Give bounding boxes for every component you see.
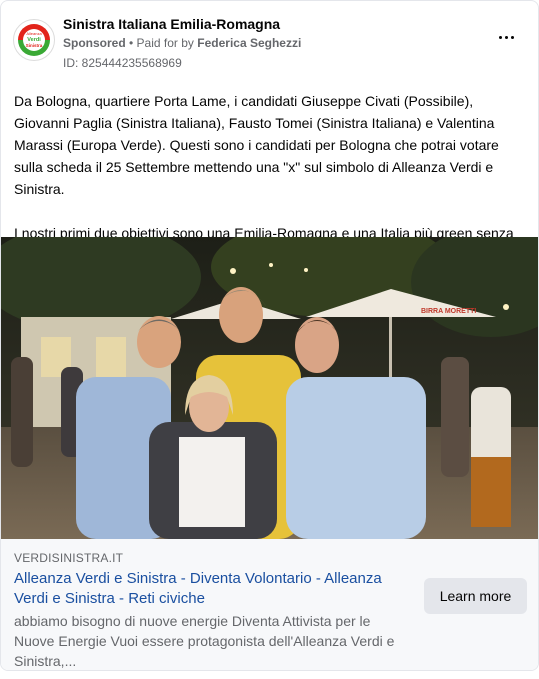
logo-line-1: Alleanza [26, 31, 42, 36]
more-horizontal-icon [498, 35, 502, 39]
more-horizontal-icon [510, 35, 514, 39]
learn-more-button[interactable]: Learn more [424, 578, 527, 614]
group-photo-image: BIRRA MORETTI [1, 237, 538, 539]
ad-id: ID: 825444235568969 [63, 56, 182, 70]
paid-for-label: Paid for by [136, 36, 194, 50]
page-name-link[interactable]: Sinistra Italiana Emilia-Romagna [63, 16, 280, 32]
sponsor-meta: Sponsored • Paid for by Federica Seghezz… [63, 36, 301, 50]
post-paragraph-1: Da Bologna, quartiere Porta Lame, i cand… [14, 93, 499, 197]
logo-line-3: Sinistra [26, 43, 43, 48]
meta-separator: • [125, 36, 137, 50]
page-avatar[interactable]: Alleanza Verdi Sinistra [13, 19, 55, 61]
payer-name: Federica Seghezzi [197, 36, 302, 50]
umbrella-brand-text: BIRRA MORETTI [421, 308, 476, 315]
sponsored-post-card: Alleanza Verdi Sinistra Sinistra Italian… [0, 0, 539, 671]
link-description: abbiamo bisogno di nuove energie Diventa… [14, 613, 395, 669]
more-horizontal-icon [504, 35, 508, 39]
sponsored-label: Sponsored [63, 36, 126, 50]
avs-logo-icon: Alleanza Verdi Sinistra [15, 21, 53, 59]
more-options-button[interactable] [491, 25, 521, 49]
link-domain: VERDISINISTRA.IT [14, 551, 124, 565]
link-preview[interactable]: VERDISINISTRA.IT Alleanza Verdi e Sinist… [1, 539, 538, 670]
post-photo[interactable]: BIRRA MORETTI [1, 237, 538, 539]
post-header: Alleanza Verdi Sinistra Sinistra Italian… [13, 13, 525, 70]
link-title[interactable]: Alleanza Verdi e Sinistra - Diventa Volo… [14, 569, 409, 609]
